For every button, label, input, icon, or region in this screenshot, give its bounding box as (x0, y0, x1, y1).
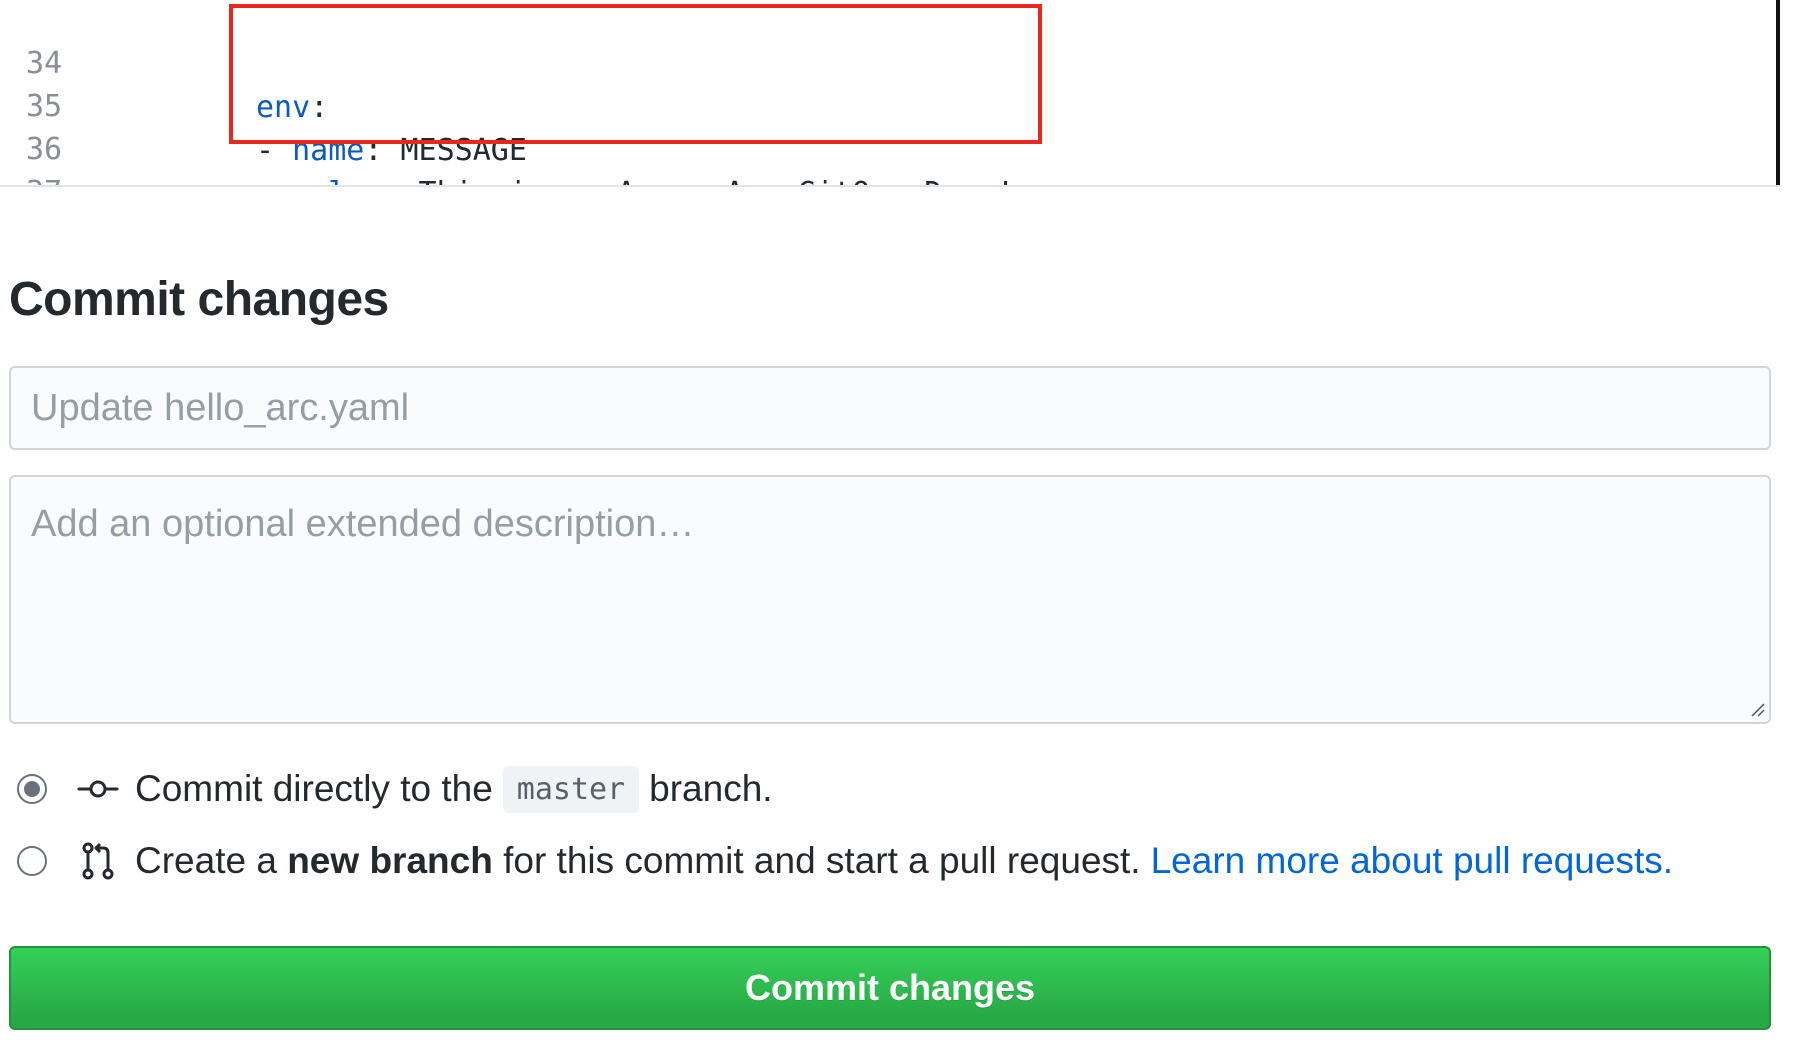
commit-description-textarea[interactable] (9, 475, 1771, 724)
editor-scrollbar[interactable] (1776, 0, 1780, 185)
option-text: branch. (649, 768, 773, 809)
git-commit-icon (77, 768, 119, 810)
commit-direct-radio[interactable] (17, 774, 47, 804)
option-text: Create a (135, 840, 277, 881)
yaml-key: value (292, 176, 382, 185)
commit-direct-option[interactable]: Commit directly to the master branch. (17, 764, 773, 814)
new-branch-label: Create a new branch for this commit and … (135, 840, 1673, 882)
option-text-bold: new branch (287, 840, 493, 881)
yaml-value: : This is an Azure Arc GitOps Demo! (382, 176, 1014, 185)
commit-heading: Commit changes (9, 273, 389, 326)
commit-summary-input[interactable] (9, 366, 1771, 450)
line-content: value: This is an Azure Arc GitOps Demo! (256, 172, 1014, 185)
branch-name-badge: master (502, 765, 640, 813)
option-text: for this commit and start a pull request… (503, 840, 1141, 881)
code-editor[interactable]: 34 env: 35 - name: MESSAGE 36 value: Thi… (0, 0, 1780, 187)
learn-more-pull-requests-link[interactable]: Learn more about pull requests. (1151, 840, 1673, 882)
line-number: 37 (26, 171, 86, 185)
commit-direct-label: Commit directly to the master branch. (135, 765, 773, 813)
commit-changes-button[interactable]: Commit changes (9, 946, 1771, 1030)
new-branch-option[interactable]: Create a new branch for this commit and … (17, 836, 1673, 886)
git-pull-request-icon (77, 840, 119, 882)
yaml-indent (256, 176, 292, 185)
new-branch-radio[interactable] (17, 846, 47, 876)
highlight-annotation-box (229, 4, 1042, 144)
option-text: Commit directly to the (135, 768, 493, 809)
resize-handle-icon[interactable] (1748, 700, 1766, 718)
